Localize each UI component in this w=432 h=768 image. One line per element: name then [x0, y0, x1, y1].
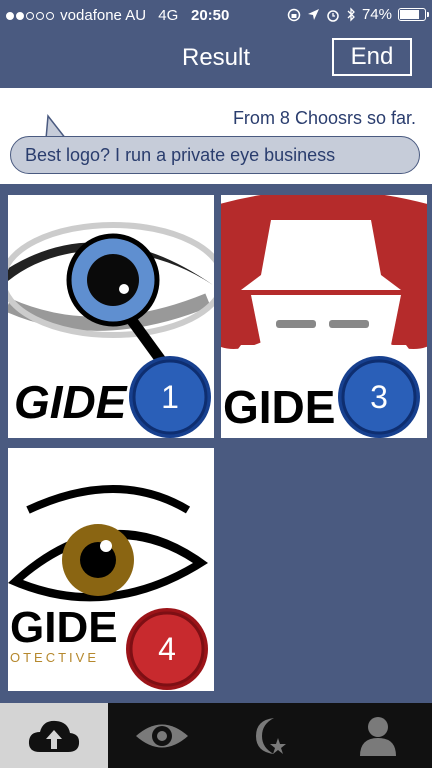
- status-bar: vodafone AU 4G 20:50 74%: [0, 0, 432, 32]
- status-icons: 74%: [287, 6, 429, 23]
- tab-results[interactable]: [216, 703, 324, 768]
- bluetooth-icon: [347, 7, 355, 22]
- brand-subtext: OTECTIVE: [10, 650, 100, 665]
- moon-star-icon: [256, 717, 286, 754]
- tab-bar: [0, 703, 432, 768]
- location-arrow-icon: [307, 9, 319, 20]
- battery-percent: 74%: [361, 6, 392, 23]
- carrier-info: vodafone AU 4G: [6, 7, 178, 24]
- rank-badge: 3: [370, 379, 388, 415]
- rotation-lock-icon: [287, 8, 301, 21]
- eye-icon: [136, 724, 188, 747]
- result-card[interactable]: GIDE OTECTIVE 4: [8, 448, 214, 691]
- end-button[interactable]: End: [332, 38, 412, 76]
- alarm-icon: [327, 9, 339, 22]
- result-card[interactable]: GIDE 3: [221, 195, 427, 438]
- result-card[interactable]: GIDE 1: [8, 195, 214, 438]
- question-panel: From 8 Choosrs so far. Best logo? I run …: [0, 88, 432, 184]
- brand-text: GIDE: [10, 603, 118, 652]
- cloud-upload-icon: [28, 720, 80, 752]
- tab-vote[interactable]: [108, 703, 216, 768]
- nav-bar: Result End: [0, 32, 432, 88]
- tab-profile[interactable]: [324, 703, 432, 768]
- rank-badge: 1: [161, 379, 179, 415]
- network-type: 4G: [158, 7, 179, 24]
- brand-text: GIDE: [223, 381, 336, 433]
- person-icon: [360, 716, 396, 756]
- clock: 20:50: [191, 7, 230, 24]
- tab-upload[interactable]: [0, 703, 108, 768]
- responses-count: From 8 Choosrs so far.: [232, 108, 416, 128]
- signal-dots-icon: [6, 7, 56, 24]
- battery-icon: [398, 8, 429, 21]
- brand-text: GIDE: [14, 376, 127, 428]
- rank-badge: 4: [158, 631, 176, 667]
- question-bubble: Best logo? I run a private eye business: [10, 136, 420, 174]
- carrier-name: vodafone AU: [60, 7, 147, 24]
